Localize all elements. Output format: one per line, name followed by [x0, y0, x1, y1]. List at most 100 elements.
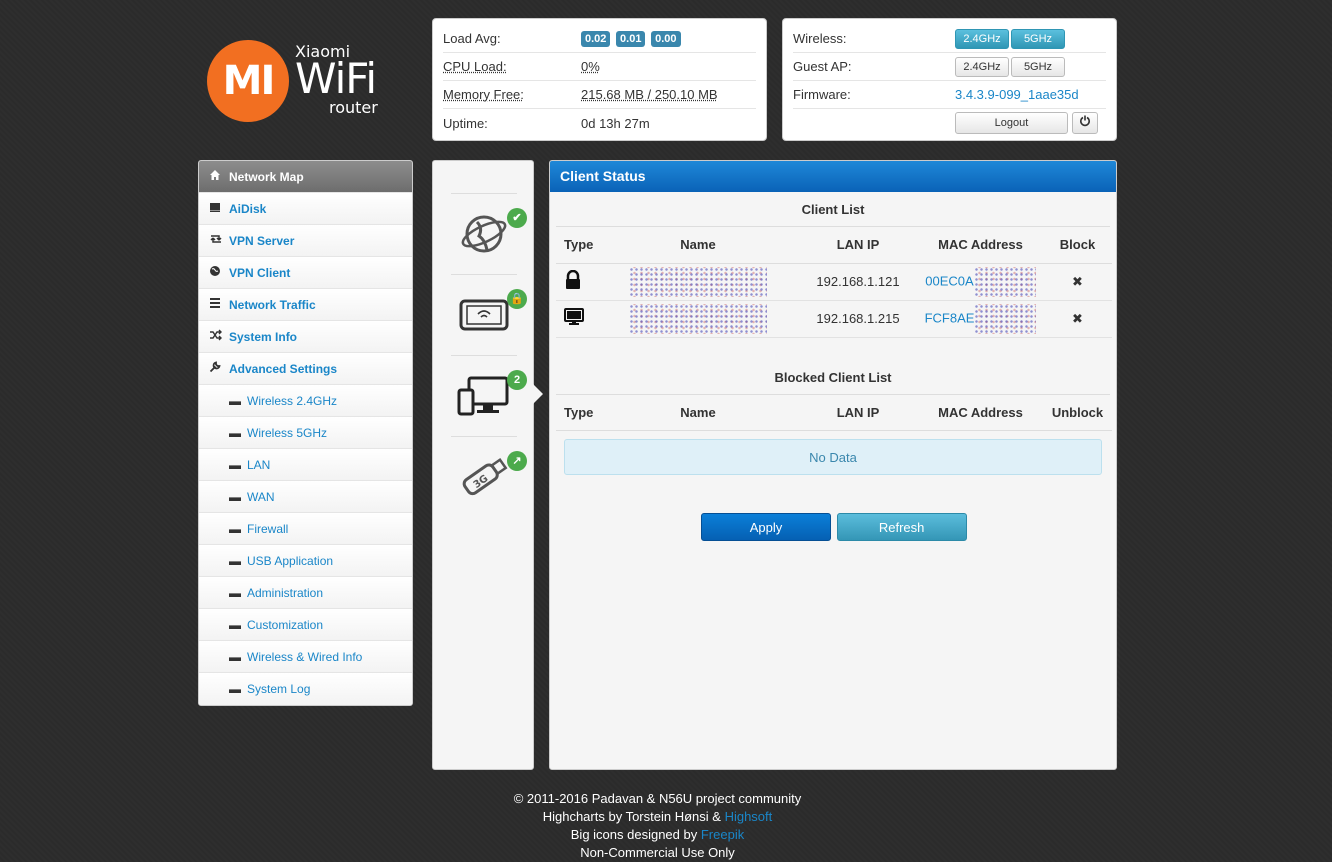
dash-icon: ▬: [229, 585, 241, 600]
client-name-redacted: [598, 300, 798, 338]
table-header-row: Type Name LAN IP MAC Address Unblock: [556, 394, 1112, 431]
panel-title: Client Status: [550, 161, 1116, 192]
table-header-row: Type Name LAN IP MAC Address Block: [556, 227, 1112, 264]
sidebar-subitem-wan[interactable]: ▬ WAN: [199, 481, 412, 513]
client-list-table: Type Name LAN IP MAC Address Block 192.1…: [556, 227, 1112, 338]
sidebar-item-advanced-settings[interactable]: Advanced Settings: [199, 353, 412, 385]
client-ip: 192.168.1.215: [798, 300, 918, 338]
sidebar-item-vpn-server[interactable]: VPN Server: [199, 225, 412, 257]
client-list-title: Client List: [556, 192, 1110, 227]
cpu-load-value: 0%: [581, 59, 600, 74]
footer-copyright: © 2011-2016 Padavan & N56U project commu…: [513, 791, 802, 806]
sidebar-subitem-label: Wireless & Wired Info: [247, 649, 363, 664]
power-icon[interactable]: [1072, 112, 1098, 134]
retweet-icon: [209, 233, 229, 248]
sidebar-item-aidisk[interactable]: AiDisk: [199, 193, 412, 225]
wireless-row: Wireless: 2.4GHz 5GHz: [793, 25, 1106, 53]
dash-icon: ▬: [229, 457, 241, 472]
sidebar-nav: Network Map AiDisk VPN Server VPN Client…: [198, 160, 413, 706]
random-icon: [209, 329, 229, 344]
uptime-row: Uptime: 0d 13h 27m: [443, 109, 756, 137]
usb-status-cell[interactable]: 3G ↗: [451, 436, 527, 516]
footer-license: Non-Commercial Use Only: [580, 845, 735, 860]
client-mac[interactable]: FCF8AE: [918, 300, 1043, 338]
cpu-load-link[interactable]: CPU Load:: [443, 59, 581, 74]
logo-router-text: router: [329, 98, 378, 117]
client-count-badge: 2: [507, 370, 527, 390]
internet-globe-icon: [461, 215, 507, 253]
sidebar-subitem-lan[interactable]: ▬ LAN: [199, 449, 412, 481]
lock-icon: [556, 263, 598, 301]
table-row: 192.168.1.215 FCF8AE ✖: [556, 300, 1112, 338]
sidebar-subitem-wireless-24[interactable]: ▬ Wireless 2.4GHz: [199, 385, 412, 417]
firmware-version-link[interactable]: 3.4.3.9-099_1aae35d: [955, 87, 1079, 102]
wrench-icon: [209, 361, 229, 376]
sidebar-subitem-wireless-5[interactable]: ▬ Wireless 5GHz: [199, 417, 412, 449]
load-avg-row: Load Avg: 0.02 0.01 0.00: [443, 25, 756, 53]
logout-button[interactable]: Logout: [955, 112, 1068, 134]
firmware-label: Firmware:: [793, 87, 851, 102]
desktop-icon: [556, 300, 598, 338]
memory-free-link[interactable]: Memory Free:: [443, 87, 581, 102]
sidebar-subitem-label: System Log: [247, 682, 311, 696]
sidebar-subitem-customization[interactable]: ▬ Customization: [199, 609, 412, 641]
sidebar-subitem-system-log[interactable]: ▬ System Log: [199, 673, 412, 705]
sidebar-item-network-map[interactable]: Network Map: [199, 161, 412, 193]
cpu-load-row: CPU Load: 0%: [443, 53, 756, 81]
wireless-status-box: Wireless: 2.4GHz 5GHz Guest AP: 2.4GHz 5…: [782, 18, 1117, 141]
client-mac[interactable]: 00EC0A: [918, 263, 1043, 301]
wireless-24ghz-button[interactable]: 2.4GHz: [955, 28, 1009, 49]
guest-24ghz-button[interactable]: 2.4GHz: [955, 56, 1009, 77]
sidebar-subitem-label: Wireless 5GHz: [247, 425, 328, 440]
no-data-message: No Data: [564, 439, 1102, 475]
selected-pointer-arrow: [533, 384, 543, 404]
check-icon: ✔: [507, 208, 527, 228]
guest-5ghz-button[interactable]: 5GHz: [1011, 56, 1065, 77]
xiaomi-wifi-logo[interactable]: MI Xiaomi WiFi router: [207, 40, 397, 124]
col-name: Name: [598, 394, 798, 431]
tablet-wifi-icon: [459, 299, 509, 331]
block-button[interactable]: ✖: [1043, 263, 1112, 301]
dash-icon: ▬: [229, 553, 241, 568]
wireless-5ghz-button[interactable]: 5GHz: [1011, 28, 1065, 49]
sidebar-item-network-traffic[interactable]: Network Traffic: [199, 289, 412, 321]
refresh-button[interactable]: Refresh: [836, 513, 967, 541]
block-button[interactable]: ✖: [1043, 300, 1112, 338]
sidebar-subitem-label: Administration: [247, 585, 324, 600]
mi-logo-circle: MI: [207, 40, 289, 122]
client-ip: 192.168.1.121: [798, 263, 918, 301]
apply-button[interactable]: Apply: [701, 513, 831, 541]
sidebar-subitem-administration[interactable]: ▬ Administration: [199, 577, 412, 609]
mac-address-link[interactable]: 00EC0A: [925, 273, 973, 288]
firmware-row: Firmware: 3.4.3.9-099_1aae35d: [793, 81, 1106, 109]
col-type: Type: [556, 394, 598, 431]
sidebar-subitem-usb-application[interactable]: ▬ USB Application: [199, 545, 412, 577]
globe-icon: [209, 265, 229, 280]
load-avg-1: 0.02: [581, 31, 611, 47]
wireless-label: Wireless:: [793, 31, 847, 46]
footer: © 2011-2016 Padavan & N56U project commu…: [0, 790, 1315, 862]
dash-icon: ▬: [229, 425, 241, 440]
wireless-status-cell[interactable]: 🔒: [451, 274, 527, 354]
mac-address-link[interactable]: FCF8AE: [925, 310, 975, 325]
col-lan-ip: LAN IP: [798, 394, 918, 431]
guest-ap-row: Guest AP: 2.4GHz 5GHz: [793, 53, 1106, 81]
table-row: 192.168.1.121 00EC0A ✖: [556, 263, 1112, 301]
sidebar-subitem-wireless-wired-info[interactable]: ▬ Wireless & Wired Info: [199, 641, 412, 673]
sidebar-subitem-label: LAN: [247, 457, 271, 472]
dash-icon: ▬: [229, 521, 241, 536]
sidebar-subitem-label: Firewall: [247, 521, 289, 536]
guest-ap-label: Guest AP:: [793, 59, 852, 74]
highsoft-link[interactable]: Highsoft: [725, 809, 773, 824]
usb-3g-modem-icon: 3G: [462, 457, 508, 496]
memory-free-value: 215.68 MB / 250.10 MB: [581, 87, 718, 102]
clients-status-cell[interactable]: 2: [451, 355, 527, 435]
memory-row: Memory Free: 215.68 MB / 250.10 MB: [443, 81, 756, 109]
sidebar-item-vpn-client[interactable]: VPN Client: [199, 257, 412, 289]
load-avg-15: 0.00: [651, 31, 681, 47]
internet-status-cell[interactable]: ✔: [451, 193, 527, 273]
sidebar-item-system-info[interactable]: System Info: [199, 321, 412, 353]
sidebar-subitem-firewall[interactable]: ▬ Firewall: [199, 513, 412, 545]
freepik-link[interactable]: Freepik: [701, 827, 744, 842]
system-status-box: Load Avg: 0.02 0.01 0.00 CPU Load: 0% Me…: [432, 18, 767, 141]
